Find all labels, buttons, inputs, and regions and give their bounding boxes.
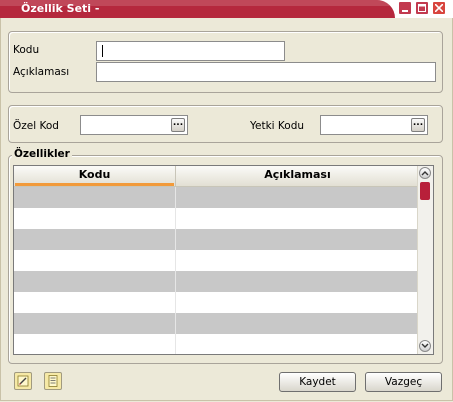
notepad-icon — [48, 375, 58, 387]
maximize-icon — [418, 4, 426, 12]
chevron-down-icon — [421, 343, 429, 348]
aciklama-input[interactable] — [96, 62, 436, 82]
edit-record-button[interactable] — [14, 372, 32, 390]
ozel-kod-input[interactable]: ... — [80, 115, 188, 135]
table-body — [14, 187, 419, 354]
table-cell[interactable] — [14, 292, 176, 313]
table-row[interactable] — [14, 313, 419, 334]
window-title: Özellik Seti - — [21, 2, 100, 15]
ozellikler-table: Kodu Açıklaması — [13, 165, 434, 355]
scroll-up-button[interactable] — [419, 167, 431, 179]
pencil-icon — [17, 375, 29, 387]
yetki-kodu-lookup-button[interactable]: ... — [411, 118, 425, 132]
column-header-kodu[interactable]: Kodu — [14, 166, 176, 186]
table-cell[interactable] — [14, 250, 176, 271]
minimize-button[interactable] — [398, 1, 412, 15]
save-button[interactable]: Kaydet — [279, 372, 356, 392]
table-row[interactable] — [14, 292, 419, 313]
table-row[interactable] — [14, 229, 419, 250]
yetki-kodu-label: Yetki Kodu — [250, 120, 305, 132]
kodu-label: Kodu — [13, 44, 40, 56]
text-caret — [102, 45, 103, 57]
close-icon — [435, 4, 443, 12]
close-button[interactable] — [432, 1, 446, 15]
ozel-kod-label: Özel Kod — [13, 120, 59, 132]
yetki-kodu-input[interactable]: ... — [320, 115, 428, 135]
table-header: Kodu Açıklaması — [14, 166, 419, 187]
table-row[interactable] — [14, 208, 419, 229]
cancel-button[interactable]: Vazgeç — [365, 372, 442, 392]
scroll-down-button[interactable] — [419, 340, 431, 352]
table-cell[interactable] — [14, 334, 176, 354]
ozel-kod-lookup-button[interactable]: ... — [171, 118, 185, 132]
table-row[interactable] — [14, 250, 419, 271]
scroll-thumb[interactable] — [420, 182, 430, 200]
title-bar[interactable]: Özellik Seti - — [0, 0, 453, 18]
table-cell[interactable] — [14, 229, 176, 250]
aciklama-label: Açıklaması — [13, 66, 70, 78]
table-row[interactable] — [14, 271, 419, 292]
table-cell[interactable] — [14, 271, 176, 292]
maximize-button[interactable] — [415, 1, 429, 15]
ozellikler-group-title: Özellikler — [12, 148, 72, 160]
column-header-aciklama[interactable]: Açıklaması — [176, 166, 419, 186]
table-cell[interactable] — [14, 208, 176, 229]
minimize-icon — [402, 10, 408, 12]
table-row[interactable] — [14, 187, 419, 208]
vertical-scrollbar[interactable] — [417, 166, 433, 354]
chevron-up-icon — [421, 171, 429, 176]
notes-button[interactable] — [44, 372, 62, 390]
table-row[interactable] — [14, 334, 419, 354]
table-cell[interactable] — [14, 313, 176, 334]
kodu-input[interactable] — [96, 41, 285, 61]
table-cell[interactable] — [14, 187, 176, 208]
